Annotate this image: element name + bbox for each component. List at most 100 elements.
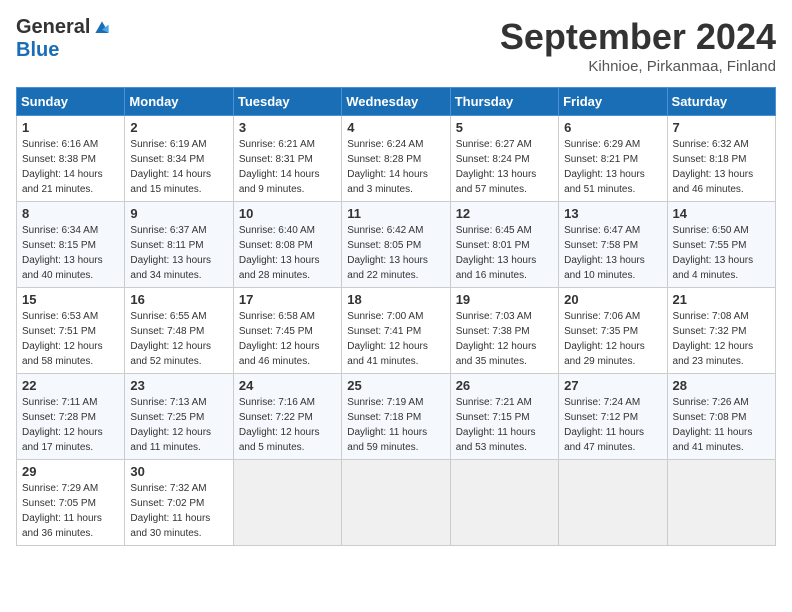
daylight-text: Daylight: 13 hours and 46 minutes.: [673, 167, 770, 197]
page-header: General Blue September 2024 Kihnioe, Pir…: [16, 16, 776, 75]
sunrise-text: Sunrise: 7:13 AM: [130, 395, 227, 410]
day-number: 27: [564, 378, 661, 393]
day-number: 19: [456, 292, 553, 307]
sunset-text: Sunset: 8:11 PM: [130, 238, 227, 253]
day-info: Sunrise: 7:24 AMSunset: 7:12 PMDaylight:…: [564, 395, 661, 455]
title-block: September 2024 Kihnioe, Pirkanmaa, Finla…: [500, 16, 776, 75]
daylight-text: Daylight: 12 hours and 11 minutes.: [130, 425, 227, 455]
calendar-cell: 20Sunrise: 7:06 AMSunset: 7:35 PMDayligh…: [559, 288, 667, 374]
daylight-text: Daylight: 11 hours and 36 minutes.: [22, 511, 119, 541]
calendar-cell: 7 Sunrise: 6:32 AMSunset: 8:18 PMDaylight…: [667, 116, 775, 202]
day-info: Sunrise: 6:16 AMSunset: 8:38 PMDaylight:…: [22, 137, 119, 197]
daylight-text: Daylight: 12 hours and 58 minutes.: [22, 339, 119, 369]
sunset-text: Sunset: 7:32 PM: [673, 324, 770, 339]
day-number: 23: [130, 378, 227, 393]
sunset-text: Sunset: 8:34 PM: [130, 152, 227, 167]
sunrise-text: Sunrise: 7:06 AM: [564, 309, 661, 324]
calendar-cell: 19Sunrise: 7:03 AMSunset: 7:38 PMDayligh…: [450, 288, 558, 374]
day-number: 9: [130, 206, 227, 221]
calendar-cell: 5 Sunrise: 6:27 AMSunset: 8:24 PMDaylight…: [450, 116, 558, 202]
sunrise-text: Sunrise: 6:16 AM: [22, 137, 119, 152]
sunset-text: Sunset: 8:15 PM: [22, 238, 119, 253]
sunrise-text: Sunrise: 7:32 AM: [130, 481, 227, 496]
daylight-text: Daylight: 11 hours and 53 minutes.: [456, 425, 553, 455]
weekday-header-friday: Friday: [559, 88, 667, 116]
weekday-header-wednesday: Wednesday: [342, 88, 450, 116]
daylight-text: Daylight: 12 hours and 29 minutes.: [564, 339, 661, 369]
sunrise-text: Sunrise: 6:27 AM: [456, 137, 553, 152]
calendar-table: SundayMondayTuesdayWednesdayThursdayFrid…: [16, 87, 776, 546]
calendar-week-3: 15Sunrise: 6:53 AMSunset: 7:51 PMDayligh…: [17, 288, 776, 374]
sunrise-text: Sunrise: 7:00 AM: [347, 309, 444, 324]
day-number: 29: [22, 464, 119, 479]
calendar-cell: 17Sunrise: 6:58 AMSunset: 7:45 PMDayligh…: [233, 288, 341, 374]
daylight-text: Daylight: 13 hours and 28 minutes.: [239, 253, 336, 283]
sunset-text: Sunset: 8:05 PM: [347, 238, 444, 253]
calendar-week-1: 1Sunrise: 6:16 AMSunset: 8:38 PMDaylight…: [17, 116, 776, 202]
daylight-text: Daylight: 13 hours and 40 minutes.: [22, 253, 119, 283]
sunrise-text: Sunrise: 6:53 AM: [22, 309, 119, 324]
day-info: Sunrise: 6:40 AMSunset: 8:08 PMDaylight:…: [239, 223, 336, 283]
calendar-cell: [559, 460, 667, 546]
day-info: Sunrise: 6:55 AMSunset: 7:48 PMDaylight:…: [130, 309, 227, 369]
sunrise-text: Sunrise: 7:19 AM: [347, 395, 444, 410]
calendar-cell: 12Sunrise: 6:45 AMSunset: 8:01 PMDayligh…: [450, 202, 558, 288]
sunset-text: Sunset: 7:28 PM: [22, 410, 119, 425]
sunset-text: Sunset: 8:24 PM: [456, 152, 553, 167]
sunrise-text: Sunrise: 6:50 AM: [673, 223, 770, 238]
daylight-text: Daylight: 13 hours and 16 minutes.: [456, 253, 553, 283]
day-number: 18: [347, 292, 444, 307]
day-number: 11: [347, 206, 444, 221]
day-number: 5: [456, 120, 553, 135]
sunset-text: Sunset: 8:28 PM: [347, 152, 444, 167]
sunset-text: Sunset: 7:05 PM: [22, 496, 119, 511]
sunset-text: Sunset: 8:18 PM: [673, 152, 770, 167]
sunrise-text: Sunrise: 7:29 AM: [22, 481, 119, 496]
day-info: Sunrise: 7:32 AMSunset: 7:02 PMDaylight:…: [130, 481, 227, 541]
sunrise-text: Sunrise: 7:03 AM: [456, 309, 553, 324]
sunset-text: Sunset: 7:15 PM: [456, 410, 553, 425]
calendar-cell: 28Sunrise: 7:26 AMSunset: 7:08 PMDayligh…: [667, 374, 775, 460]
calendar-cell: 11Sunrise: 6:42 AMSunset: 8:05 PMDayligh…: [342, 202, 450, 288]
calendar-week-5: 29 Sunrise: 7:29 AMSunset: 7:05 PMDayligh…: [17, 460, 776, 546]
day-info: Sunrise: 7:29 AMSunset: 7:05 PMDaylight:…: [22, 481, 119, 541]
calendar-cell: 15Sunrise: 6:53 AMSunset: 7:51 PMDayligh…: [17, 288, 125, 374]
location-subtitle: Kihnioe, Pirkanmaa, Finland: [500, 58, 776, 75]
daylight-text: Daylight: 13 hours and 51 minutes.: [564, 167, 661, 197]
sunset-text: Sunset: 7:48 PM: [130, 324, 227, 339]
day-number: 15: [22, 292, 119, 307]
daylight-text: Daylight: 11 hours and 59 minutes.: [347, 425, 444, 455]
day-info: Sunrise: 6:27 AMSunset: 8:24 PMDaylight:…: [456, 137, 553, 197]
day-info: Sunrise: 7:16 AMSunset: 7:22 PMDaylight:…: [239, 395, 336, 455]
sunset-text: Sunset: 7:45 PM: [239, 324, 336, 339]
day-info: Sunrise: 7:21 AMSunset: 7:15 PMDaylight:…: [456, 395, 553, 455]
daylight-text: Daylight: 13 hours and 4 minutes.: [673, 253, 770, 283]
day-info: Sunrise: 6:24 AMSunset: 8:28 PMDaylight:…: [347, 137, 444, 197]
sunrise-text: Sunrise: 6:24 AM: [347, 137, 444, 152]
day-number: 26: [456, 378, 553, 393]
day-number: 3: [239, 120, 336, 135]
daylight-text: Daylight: 14 hours and 9 minutes.: [239, 167, 336, 197]
calendar-cell: 1Sunrise: 6:16 AMSunset: 8:38 PMDaylight…: [17, 116, 125, 202]
sunset-text: Sunset: 7:35 PM: [564, 324, 661, 339]
weekday-header-sunday: Sunday: [17, 88, 125, 116]
calendar-cell: 14Sunrise: 6:50 AMSunset: 7:55 PMDayligh…: [667, 202, 775, 288]
day-info: Sunrise: 6:29 AMSunset: 8:21 PMDaylight:…: [564, 137, 661, 197]
day-info: Sunrise: 6:19 AMSunset: 8:34 PMDaylight:…: [130, 137, 227, 197]
day-number: 30: [130, 464, 227, 479]
day-number: 7: [673, 120, 770, 135]
weekday-header-tuesday: Tuesday: [233, 88, 341, 116]
calendar-cell: [233, 460, 341, 546]
sunrise-text: Sunrise: 6:32 AM: [673, 137, 770, 152]
daylight-text: Daylight: 12 hours and 35 minutes.: [456, 339, 553, 369]
calendar-week-4: 22Sunrise: 7:11 AMSunset: 7:28 PMDayligh…: [17, 374, 776, 460]
calendar-cell: 4Sunrise: 6:24 AMSunset: 8:28 PMDaylight…: [342, 116, 450, 202]
day-number: 6: [564, 120, 661, 135]
month-title: September 2024: [500, 16, 776, 58]
day-number: 22: [22, 378, 119, 393]
calendar-cell: 18Sunrise: 7:00 AMSunset: 7:41 PMDayligh…: [342, 288, 450, 374]
day-info: Sunrise: 6:32 AMSunset: 8:18 PMDaylight:…: [673, 137, 770, 197]
sunrise-text: Sunrise: 7:26 AM: [673, 395, 770, 410]
calendar-cell: 23Sunrise: 7:13 AMSunset: 7:25 PMDayligh…: [125, 374, 233, 460]
sunrise-text: Sunrise: 6:37 AM: [130, 223, 227, 238]
